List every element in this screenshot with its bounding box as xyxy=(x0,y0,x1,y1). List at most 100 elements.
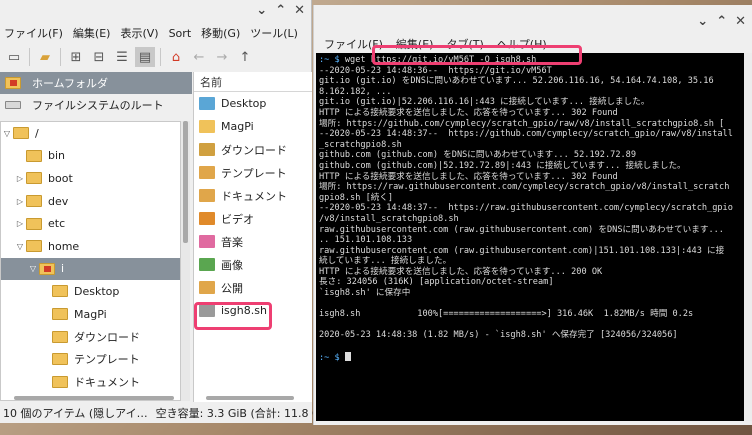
scrollbar-thumb[interactable] xyxy=(183,121,188,243)
file-item-5[interactable]: ビデオ xyxy=(194,207,312,230)
file-item-8[interactable]: 公開 xyxy=(194,276,312,299)
tree-item-1[interactable]: bin xyxy=(1,145,180,168)
folder-icon xyxy=(26,240,42,253)
tree-horizontal-scrollbar[interactable] xyxy=(0,395,181,401)
folder-icon xyxy=(199,189,215,202)
file-list: 名前 Desktop MagPi ダウンロードテンプレート ドキュメント ビデオ音楽画像… xyxy=(193,72,312,402)
scrollbar-thumb[interactable] xyxy=(14,396,174,400)
output-line: HTTP による接続要求を送信しました、応答を待っています... 302 Fou… xyxy=(319,171,618,182)
tree-item-3[interactable]: ▷ dev xyxy=(1,190,180,213)
output-line: --2020-05-23 14:48:37-- https://raw.gith… xyxy=(319,203,733,214)
file-item-4[interactable]: ドキュメント xyxy=(194,184,312,207)
file-item-1[interactable]: MagPi xyxy=(194,115,312,138)
window-controls: ⌄ ⌃ ✕ xyxy=(256,3,305,18)
maximize-icon[interactable]: ⌃ xyxy=(275,3,286,18)
output-line: git.io (git.io) をDNSに問いあわせています... 52.206… xyxy=(319,76,714,87)
home-folder-icon xyxy=(5,77,21,89)
collapsed-arrow-icon[interactable]: ▷ xyxy=(14,174,26,183)
tree-item-2[interactable]: ▷ boot xyxy=(1,167,180,190)
menu-view[interactable]: 表示(V) xyxy=(120,25,158,41)
folder-icon xyxy=(199,281,215,294)
output-line: raw.githubusercontent.com (raw.githubuse… xyxy=(319,245,725,256)
minimize-icon[interactable]: ⌄ xyxy=(697,14,708,29)
place-filesystem-root[interactable]: ファイルシステムのルート xyxy=(0,94,192,116)
menu-sort[interactable]: Sort xyxy=(169,27,192,40)
file-item-label: ドキュメント xyxy=(221,189,287,203)
scrollbar-thumb[interactable] xyxy=(206,396,294,400)
file-highlight-box xyxy=(194,302,272,330)
terminal-scrollbar[interactable] xyxy=(744,53,752,421)
folder-icon xyxy=(52,353,68,366)
folder-icon xyxy=(52,285,68,298)
file-item-3[interactable]: テンプレート xyxy=(194,161,312,184)
compact-view-icon[interactable]: ☰ xyxy=(112,47,132,67)
file-list-horizontal-scrollbar[interactable] xyxy=(196,394,310,402)
expanded-arrow-icon[interactable]: ▽ xyxy=(14,242,26,251)
drive-icon xyxy=(5,101,21,109)
thumbnail-view-icon[interactable]: ⊟ xyxy=(89,47,109,67)
prompt: :~ $ xyxy=(319,55,345,65)
back-icon[interactable]: ← xyxy=(189,47,209,67)
tree-item-10[interactable]: テンプレート xyxy=(1,348,180,371)
tree-item-5[interactable]: ▽ home xyxy=(1,235,180,258)
file-item-label: ビデオ xyxy=(221,212,254,226)
file-item-label: テンプレート xyxy=(221,166,287,180)
file-manager-window: ⌄ ⌃ ✕ ファイル(F) 編集(E) 表示(V) Sort 移動(G) ツール… xyxy=(0,0,335,423)
folder-icon xyxy=(199,212,215,225)
file-manager-menubar: ファイル(F) 編集(E) 表示(V) Sort 移動(G) ツール(L) xyxy=(0,22,311,44)
menu-go[interactable]: 移動(G) xyxy=(201,25,240,41)
menu-tools[interactable]: ツール(L) xyxy=(250,25,298,41)
output-line: 場所: https://github.com/cymplecy/scratch_… xyxy=(319,118,725,129)
new-window-icon[interactable]: ▭ xyxy=(4,47,24,67)
tree-item-label: Desktop xyxy=(74,284,120,298)
minimize-icon[interactable]: ⌄ xyxy=(256,3,267,18)
tree-item-0[interactable]: ▽ / xyxy=(1,122,180,145)
tree-item-7[interactable]: Desktop xyxy=(1,280,180,303)
file-rows: Desktop MagPi ダウンロード テンプレート ドキュメント ビデオ 音楽 画像 公開 i… xyxy=(194,92,312,322)
close-icon[interactable]: ✕ xyxy=(294,3,305,18)
terminal-output[interactable]: :~ $ wget https://git.io/vM56T -O isgh8.… xyxy=(316,53,745,421)
list-view-icon[interactable]: ▤ xyxy=(135,47,155,67)
new-folder-icon[interactable]: ▰ xyxy=(35,47,55,67)
folder-icon xyxy=(13,127,29,140)
menu-file[interactable]: ファイル(F) xyxy=(4,25,63,41)
place-home[interactable]: ホームフォルダ xyxy=(0,72,192,94)
tree-item-11[interactable]: ドキュメント xyxy=(1,371,180,394)
home-icon[interactable]: ⌂ xyxy=(166,47,186,67)
tree-vertical-scrollbar[interactable] xyxy=(181,121,190,401)
tree-item-6[interactable]: ▽ i xyxy=(1,257,180,281)
tree-item-9[interactable]: ダウンロード xyxy=(1,325,180,348)
column-header-name[interactable]: 名前 xyxy=(194,72,312,92)
output-line: .. 151.101.108.133 xyxy=(319,235,413,246)
file-item-6[interactable]: 音楽 xyxy=(194,230,312,253)
menu-edit[interactable]: 編集(E) xyxy=(73,25,111,41)
tree-item-4[interactable]: ▷ etc xyxy=(1,212,180,235)
up-icon[interactable]: ↑ xyxy=(235,47,255,67)
tree-item-label: dev xyxy=(48,194,69,208)
current-prompt-line: :~ $ xyxy=(319,351,745,364)
output-line: --2020-05-23 14:48:36-- https://git.io/v… xyxy=(319,65,552,76)
collapsed-arrow-icon[interactable]: ▷ xyxy=(14,197,26,206)
folder-icon xyxy=(26,149,42,162)
collapsed-arrow-icon[interactable]: ▷ xyxy=(14,219,26,228)
file-item-label: 画像 xyxy=(221,258,243,272)
file-item-2[interactable]: ダウンロード xyxy=(194,138,312,161)
terminal-titlebar[interactable]: ⌄ ⌃ ✕ xyxy=(314,5,752,35)
forward-icon[interactable]: → xyxy=(212,47,232,67)
maximize-icon[interactable]: ⌃ xyxy=(716,14,727,29)
expanded-arrow-icon[interactable]: ▽ xyxy=(1,129,13,138)
close-icon[interactable]: ✕ xyxy=(735,14,746,29)
file-item-7[interactable]: 画像 xyxy=(194,253,312,276)
expanded-arrow-icon[interactable]: ▽ xyxy=(27,264,39,273)
file-manager-titlebar[interactable]: ⌄ ⌃ ✕ xyxy=(0,0,311,22)
tree-item-8[interactable]: MagPi xyxy=(1,303,180,326)
icon-view-icon[interactable]: ⊞ xyxy=(66,47,86,67)
tree-item-label: MagPi xyxy=(74,307,107,321)
status-bar: 10 個のアイテム (隠しアイ… 空き容量: 3.3 GiB (合計: 11.8… xyxy=(0,402,335,423)
prompt: :~ $ xyxy=(319,352,345,363)
file-item-0[interactable]: Desktop xyxy=(194,92,312,115)
folder-icon xyxy=(26,195,42,208)
directory-tree: ▽ / bin ▷ boot ▷ dev ▷ etc ▽ home ▽ i Desktop MagPi ダウン… xyxy=(0,121,181,401)
